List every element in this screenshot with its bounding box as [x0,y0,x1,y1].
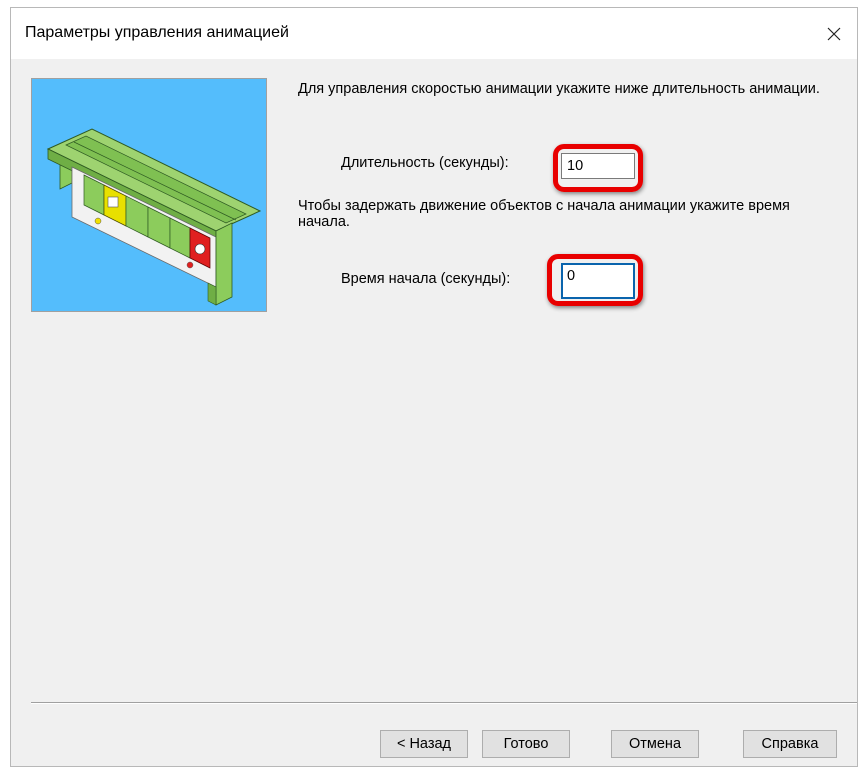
help-button[interactable]: Справка [743,730,837,758]
close-icon [827,27,841,40]
duration-input[interactable]: 10 [561,153,635,179]
start-time-input[interactable]: 0 [561,263,635,299]
animation-settings-dialog: Параметры управления анимацией Для управ… [10,7,858,767]
intro-text: Для управления скоростью анимации укажит… [298,81,820,97]
back-button[interactable]: < Назад [380,730,468,758]
assembly-preview-image [31,78,267,312]
delay-text: Чтобы задержать движение объектов с нача… [298,198,790,230]
footer-divider [31,702,857,704]
title-bar: Параметры управления анимацией [11,8,857,59]
close-button[interactable] [811,8,857,59]
cancel-button[interactable]: Отмена [611,730,699,758]
finish-button[interactable]: Готово [482,730,570,758]
duration-label: Длительность (секунды): [341,155,509,171]
dialog-title: Параметры управления анимацией [25,24,289,41]
start-time-label: Время начала (секунды): [341,271,511,287]
